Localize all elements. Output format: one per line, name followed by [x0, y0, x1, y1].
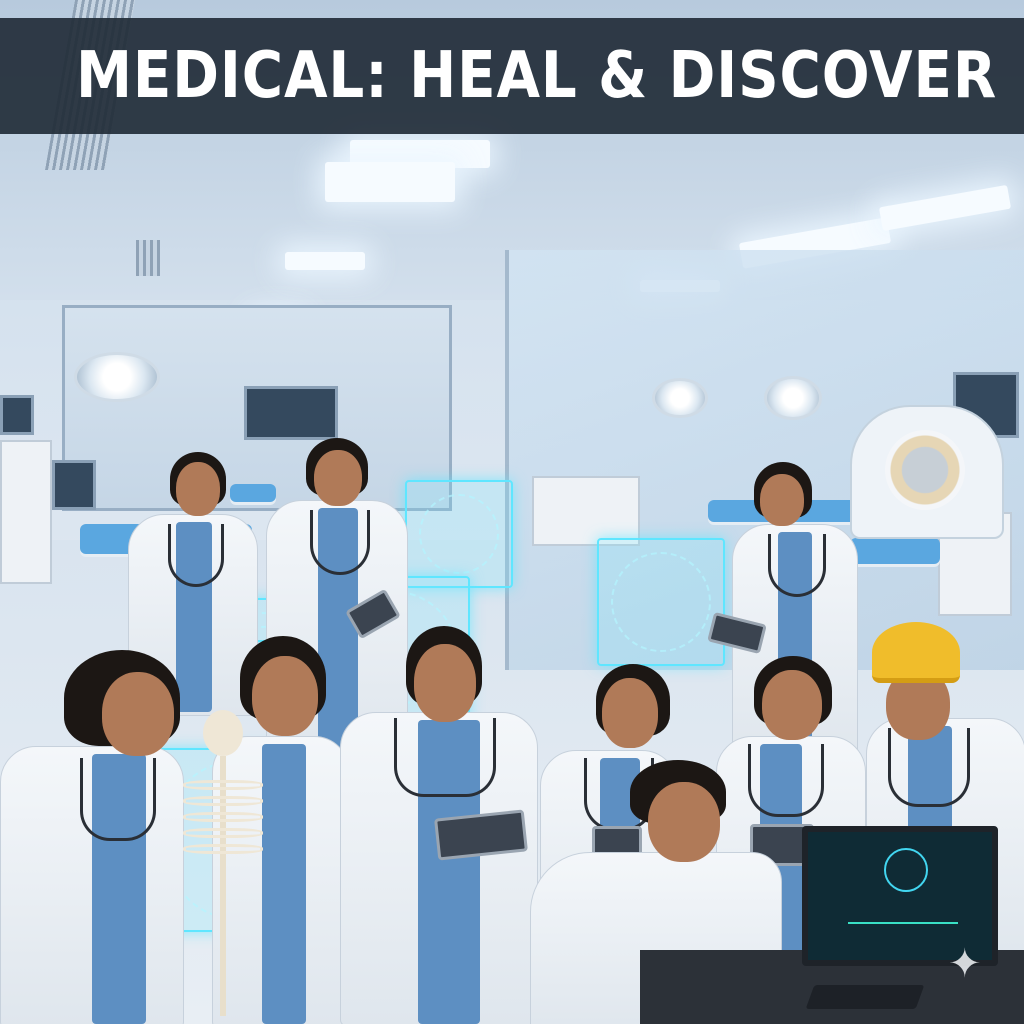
ecg-graph — [848, 902, 958, 924]
sparkle-icon: ✦ — [948, 941, 982, 987]
surgical-lamp — [74, 352, 160, 402]
hospital-scene: ✦ MEDICAL: HEAL & DISCOVER — [0, 0, 1024, 1024]
ceiling-light — [325, 162, 455, 202]
hologram-panel — [597, 538, 725, 666]
ceiling-light — [285, 252, 365, 270]
wall-monitor — [52, 460, 96, 510]
doctor-front-far-left — [0, 650, 190, 1024]
doctor-front-tablet — [340, 626, 540, 1024]
hard-hat — [872, 622, 960, 683]
mri-scanner-ring — [885, 430, 965, 510]
hospital-bed — [850, 538, 940, 564]
skeleton-model — [165, 710, 275, 1024]
equipment-cabinet — [532, 476, 640, 546]
keyboard — [805, 985, 925, 1009]
ceiling-vent — [136, 240, 160, 276]
banner-title: MEDICAL: HEAL & DISCOVER — [76, 39, 998, 113]
equipment-cabinet — [0, 440, 52, 584]
title-banner: MEDICAL: HEAL & DISCOVER — [0, 18, 1024, 134]
surgical-lamp — [652, 378, 708, 418]
surgical-lamp — [764, 376, 822, 420]
wall-monitor — [244, 386, 338, 440]
hologram-panel — [405, 480, 513, 588]
medical-cross-icon — [884, 848, 928, 892]
wall-monitor — [0, 395, 34, 435]
